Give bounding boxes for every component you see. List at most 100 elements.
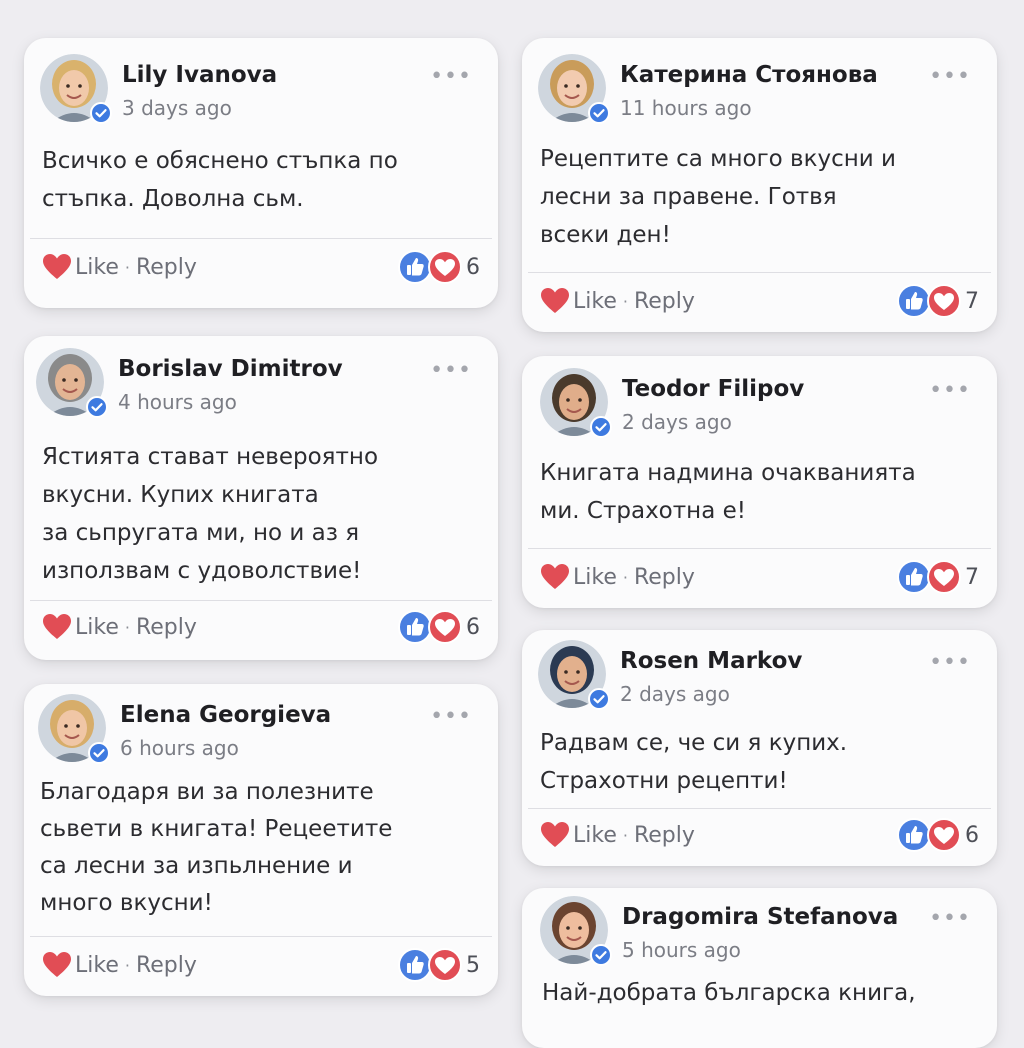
reactions-summary[interactable]: 5 xyxy=(398,948,480,982)
like-button[interactable]: Like xyxy=(573,289,617,314)
comment-text: Всичко е обяснено стъпка по стъпка. Дово… xyxy=(42,142,482,218)
reaction-count: 6 xyxy=(466,254,480,280)
more-options-icon[interactable]: ••• xyxy=(929,380,971,402)
like-reply-group: Like · Reply xyxy=(42,250,197,284)
comment-line: ми. Страхотна е! xyxy=(540,498,746,524)
comment-time: 4 hours ago xyxy=(118,390,237,414)
comment-text: Рецептите са много вкусни и лесни за пра… xyxy=(540,140,981,254)
comment-actions: Like · Reply 6 xyxy=(42,250,480,284)
author-name[interactable]: Teodor Filipov xyxy=(622,376,804,402)
comment-text: Най-добрата българска книга, xyxy=(542,974,981,1012)
like-button[interactable]: Like xyxy=(573,565,617,590)
more-options-icon[interactable]: ••• xyxy=(929,652,971,674)
comment-header: Lily Ivanova 3 days ago ••• xyxy=(40,54,482,126)
separator-dot: · xyxy=(124,617,130,637)
separator-dot: · xyxy=(622,291,628,311)
comment-time: 5 hours ago xyxy=(622,938,741,962)
like-heart-icon[interactable] xyxy=(42,613,72,641)
reply-button[interactable]: Reply xyxy=(136,953,197,978)
like-button[interactable]: Like xyxy=(75,255,119,280)
reaction-count: 5 xyxy=(466,952,480,978)
avatar[interactable] xyxy=(38,694,110,764)
reactions-summary[interactable]: 6 xyxy=(897,818,979,852)
more-options-icon[interactable]: ••• xyxy=(430,66,472,88)
more-options-icon[interactable]: ••• xyxy=(430,360,472,382)
like-heart-icon[interactable] xyxy=(540,563,570,591)
like-button[interactable]: Like xyxy=(75,953,119,978)
comment-header: Elena Georgieva 6 hours ago ••• xyxy=(38,694,482,766)
avatar[interactable] xyxy=(540,896,612,966)
like-button[interactable]: Like xyxy=(75,615,119,640)
comment-card: Dragomira Stefanova 5 hours ago ••• Най-… xyxy=(522,888,997,1048)
comment-header: Dragomira Stefanova 5 hours ago ••• xyxy=(540,896,981,968)
like-reaction-icon xyxy=(398,610,432,644)
reactions-summary[interactable]: 7 xyxy=(897,284,979,318)
divider xyxy=(30,936,492,937)
reply-button[interactable]: Reply xyxy=(634,565,695,590)
comment-line: са лесни за изпьлнение и xyxy=(40,853,353,879)
comment-line: лесни за правене. Готвя xyxy=(540,184,837,210)
like-reply-group: Like · Reply xyxy=(540,560,695,594)
comment-line: вкусни. Купих книгата xyxy=(42,482,319,508)
like-reply-group: Like · Reply xyxy=(42,610,197,644)
reply-button[interactable]: Reply xyxy=(136,615,197,640)
comment-line: Книгата надмина очакванията xyxy=(540,460,916,486)
comment-text: Ястията стават невероятно вкусни. Купих … xyxy=(42,438,482,590)
like-reply-group: Like · Reply xyxy=(540,818,695,852)
comment-card: Teodor Filipov 2 days ago ••• Книгата на… xyxy=(522,356,997,608)
comment-text: Книгата надмина очакванията ми. Страхотн… xyxy=(540,454,981,530)
separator-dot: · xyxy=(622,567,628,587)
more-options-icon[interactable]: ••• xyxy=(430,706,472,728)
verified-badge-icon xyxy=(90,102,112,124)
comment-line: стъпка. Доволна сьм. xyxy=(42,186,304,212)
avatar[interactable] xyxy=(540,368,612,438)
comment-line: Всичко е обяснено стъпка по xyxy=(42,148,398,174)
reply-button[interactable]: Reply xyxy=(634,289,695,314)
more-options-icon[interactable]: ••• xyxy=(929,66,971,88)
reactions-summary[interactable]: 6 xyxy=(398,610,480,644)
comment-line: много вкусни! xyxy=(40,890,213,916)
like-reaction-icon xyxy=(398,250,432,284)
more-options-icon[interactable]: ••• xyxy=(929,908,971,930)
author-name[interactable]: Rosen Markov xyxy=(620,648,802,674)
author-name[interactable]: Lily Ivanova xyxy=(122,62,277,88)
like-heart-icon[interactable] xyxy=(540,821,570,849)
author-name[interactable]: Катерина Стоянова xyxy=(620,62,878,88)
like-reaction-icon xyxy=(897,818,931,852)
author-name[interactable]: Elena Georgieva xyxy=(120,702,331,728)
love-reaction-icon xyxy=(927,284,961,318)
like-reaction-icon xyxy=(398,948,432,982)
avatar[interactable] xyxy=(36,348,108,418)
like-heart-icon[interactable] xyxy=(42,951,72,979)
divider xyxy=(30,238,492,239)
comment-line: Радвам се, че си я купих. xyxy=(540,730,848,756)
comment-line: Най-добрата българска книга, xyxy=(542,980,916,1006)
divider xyxy=(528,272,991,273)
like-button[interactable]: Like xyxy=(573,823,617,848)
verified-badge-icon xyxy=(88,742,110,764)
comment-actions: Like · Reply 7 xyxy=(540,560,979,594)
comment-line: за сьпругата ми, но и аз я xyxy=(42,520,360,546)
reply-button[interactable]: Reply xyxy=(634,823,695,848)
comment-time: 3 days ago xyxy=(122,96,232,120)
reply-button[interactable]: Reply xyxy=(136,255,197,280)
like-heart-icon[interactable] xyxy=(540,287,570,315)
love-reaction-icon xyxy=(927,560,961,594)
verified-badge-icon xyxy=(86,396,108,418)
avatar[interactable] xyxy=(538,640,610,710)
comment-line: използвам с удоволствие! xyxy=(42,558,362,584)
reactions-summary[interactable]: 7 xyxy=(897,560,979,594)
comment-text: Благодаря ви за полезните сьвети в книга… xyxy=(40,774,482,922)
author-name[interactable]: Dragomira Stefanova xyxy=(622,904,898,930)
comment-actions: Like · Reply 6 xyxy=(540,818,979,852)
reactions-summary[interactable]: 6 xyxy=(398,250,480,284)
comment-time: 2 days ago xyxy=(622,410,732,434)
like-reply-group: Like · Reply xyxy=(42,948,197,982)
comment-line: сьвети в книгата! Рецеетите xyxy=(40,816,393,842)
avatar[interactable] xyxy=(538,54,610,124)
like-heart-icon[interactable] xyxy=(42,253,72,281)
author-name[interactable]: Borislav Dimitrov xyxy=(118,356,343,382)
avatar[interactable] xyxy=(40,54,112,124)
divider xyxy=(30,600,492,601)
verified-badge-icon xyxy=(588,102,610,124)
